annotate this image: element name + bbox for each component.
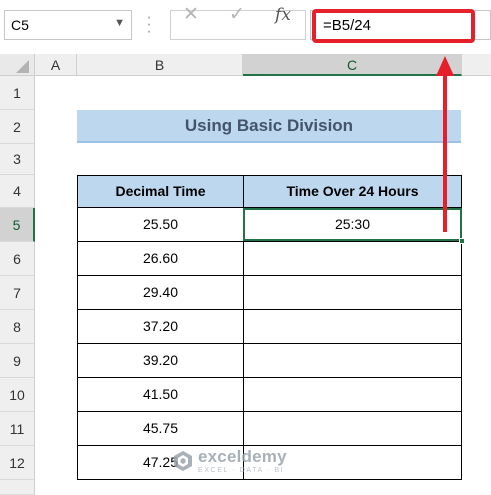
row-header-9[interactable]: 9: [0, 344, 35, 378]
table-header-time-over-24[interactable]: Time Over 24 Hours: [243, 175, 462, 208]
row-header-13[interactable]: [0, 480, 35, 495]
cell-b9[interactable]: 39.20: [77, 344, 244, 378]
name-box-value: C5: [11, 17, 29, 33]
active-cell-selection[interactable]: [243, 208, 462, 241]
cell-b11[interactable]: 45.75: [77, 412, 244, 446]
row-header-11[interactable]: 11: [0, 412, 35, 446]
watermark-name: exceldemy: [198, 447, 287, 466]
select-all-triangle-icon: [16, 60, 29, 73]
sheet-title[interactable]: Using Basic Division: [77, 110, 461, 143]
chevron-down-icon[interactable]: ▼: [114, 17, 125, 29]
cell-b8[interactable]: 37.20: [77, 310, 244, 344]
cell-c7[interactable]: [243, 276, 462, 310]
row-header-6[interactable]: 6: [0, 242, 35, 276]
column-header-c[interactable]: C: [243, 54, 462, 76]
exceldemy-logo-icon: [174, 451, 192, 471]
column-header-next[interactable]: [462, 54, 491, 76]
cell-c6[interactable]: [243, 242, 462, 276]
row-header-3[interactable]: 3: [0, 144, 35, 175]
row-header-8[interactable]: 8: [0, 310, 35, 344]
row-header-1[interactable]: 1: [0, 76, 35, 110]
column-header-b[interactable]: B: [77, 54, 243, 76]
enter-icon[interactable]: ✓: [222, 4, 252, 26]
fill-handle[interactable]: [459, 238, 465, 244]
cell-c9[interactable]: [243, 344, 462, 378]
column-header-a[interactable]: A: [35, 54, 77, 76]
row-header-12[interactable]: 12: [0, 446, 35, 480]
cell-b6[interactable]: 26.60: [77, 242, 244, 276]
insert-function-icon[interactable]: fx: [268, 4, 298, 26]
cell-b10[interactable]: 41.50: [77, 378, 244, 412]
cancel-icon[interactable]: ✕: [176, 4, 206, 26]
cell-c11[interactable]: [243, 412, 462, 446]
cell-b5[interactable]: 25.50: [77, 208, 244, 242]
cell-b7[interactable]: 29.40: [77, 276, 244, 310]
formula-highlight-box: [312, 9, 475, 43]
more-options-icon[interactable]: · · ·: [146, 10, 152, 40]
row-header-5[interactable]: 5: [0, 208, 35, 242]
watermark-tagline: EXCEL · DATA · BI: [198, 467, 285, 474]
name-box[interactable]: C5 ▼: [4, 10, 132, 40]
row-header-7[interactable]: 7: [0, 276, 35, 310]
cell-c10[interactable]: [243, 378, 462, 412]
cell-c8[interactable]: [243, 310, 462, 344]
exceldemy-watermark: exceldemy EXCEL · DATA · BI: [172, 446, 322, 476]
row-header-2[interactable]: 2: [0, 110, 35, 144]
row-header-4[interactable]: 4: [0, 175, 35, 208]
table-header-decimal-time[interactable]: Decimal Time: [77, 175, 244, 208]
row-header-10[interactable]: 10: [0, 378, 35, 412]
